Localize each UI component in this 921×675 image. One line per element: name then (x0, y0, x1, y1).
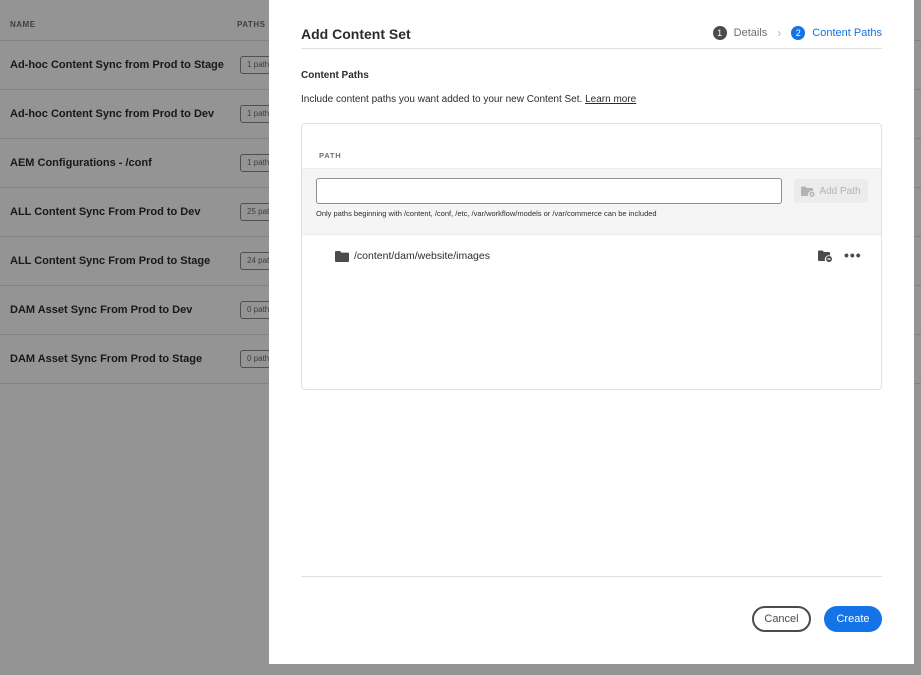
path-helper-text: Only paths beginning with /content, /con… (316, 209, 657, 218)
add-path-button[interactable]: Add Path (794, 179, 868, 203)
folder-icon (335, 251, 349, 262)
stepper: 1 Details › 2 Content Paths (712, 26, 882, 40)
step-number: 2 (791, 26, 806, 40)
remove-folder-icon[interactable] (818, 250, 833, 263)
dialog-title: Add Content Set (301, 26, 411, 42)
step-details[interactable]: Details (734, 27, 768, 39)
more-options-icon[interactable]: ••• (844, 248, 862, 262)
content-paths-panel: PATH Add Path Only paths beginning with … (301, 123, 882, 390)
path-column-header: PATH (319, 151, 342, 160)
section-title: Content Paths (301, 70, 369, 81)
path-list-item: /content/dam/website/images ••• (302, 246, 881, 268)
add-path-label: Add Path (819, 185, 861, 197)
add-content-set-dialog: Add Content Set 1 Details › 2 Content Pa… (269, 0, 914, 664)
divider (301, 48, 882, 49)
create-button[interactable]: Create (824, 606, 882, 632)
footer-divider (301, 576, 882, 577)
learn-more-link[interactable]: Learn more (585, 94, 636, 105)
cancel-button[interactable]: Cancel (752, 606, 811, 632)
add-folder-icon (801, 186, 816, 197)
chevron-right-icon: › (777, 26, 782, 40)
add-path-row: Add Path Only paths beginning with /cont… (302, 168, 881, 235)
description-text: Include content paths you want added to … (301, 94, 583, 105)
path-text: /content/dam/website/images (354, 250, 490, 262)
step-number: 1 (712, 26, 727, 40)
step-content-paths: Content Paths (812, 27, 882, 39)
section-description: Include content paths you want added to … (301, 94, 636, 105)
path-input[interactable] (316, 178, 782, 204)
